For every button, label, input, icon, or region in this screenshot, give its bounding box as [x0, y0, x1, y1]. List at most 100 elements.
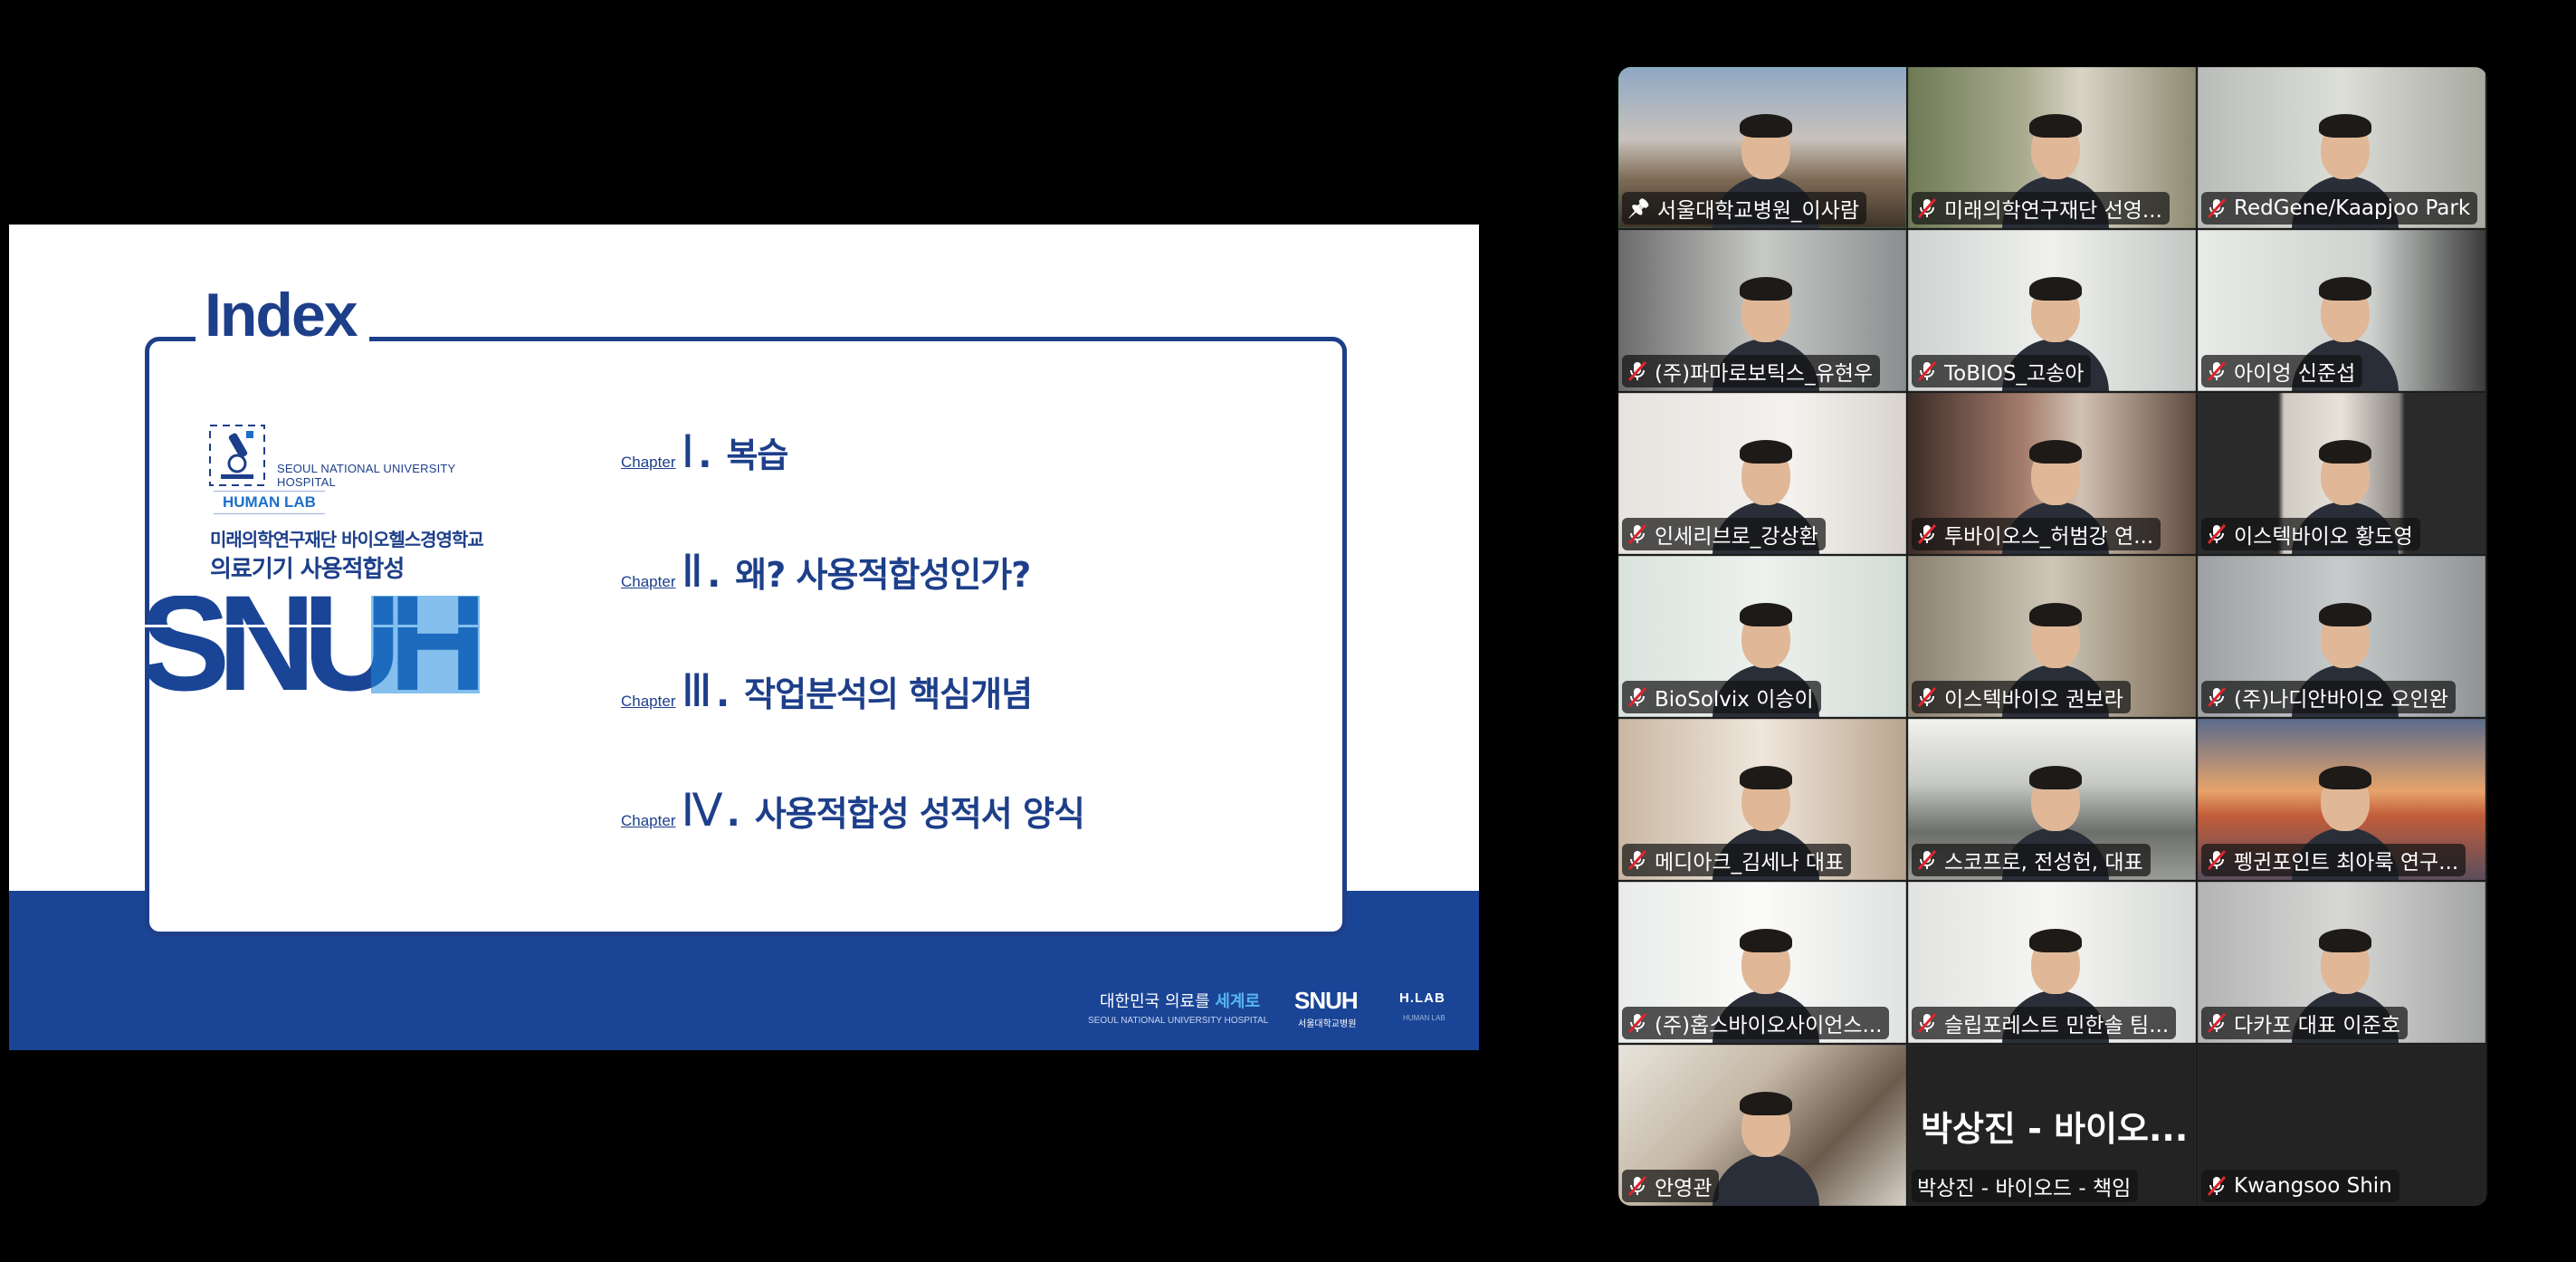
chapter-number: Ⅰ — [681, 426, 695, 477]
chapter-title: 왜? 사용적합성인가? — [735, 555, 1031, 595]
participant-name-tag: 이스텍바이오 권보라 — [1912, 681, 2131, 713]
person-hair — [2029, 929, 2082, 952]
participant-name-tag: BioSolvix 이승이 — [1622, 681, 1821, 713]
chapter-word: Chapter — [621, 812, 676, 829]
participant-tile[interactable]: 미래의학연구재단 선영... — [1908, 67, 2196, 228]
mic-muted-icon — [1627, 849, 1647, 871]
chapter-word: Chapter — [621, 454, 676, 471]
participant-tile[interactable]: 안영관 — [1618, 1045, 1906, 1206]
participant-tile[interactable]: 펭귄포인트 최아룩 연구... — [2198, 719, 2485, 880]
mic-muted-icon — [1917, 849, 1937, 871]
footer-slogan: 대한민국 의료를 세계로 — [1100, 992, 1261, 1011]
participant-tile[interactable]: BioSolvix 이승이 — [1618, 556, 1906, 717]
mic-muted-icon — [1917, 523, 1937, 545]
participant-tile[interactable]: (주)홉스바이오사이언스... — [1618, 882, 1906, 1043]
participant-name-tag: 📌 서울대학교병원_이사람 — [1622, 192, 1867, 225]
chapter-title: 복습 — [726, 435, 788, 475]
person-hair — [2319, 440, 2371, 464]
person-hair — [1740, 766, 1792, 789]
participant-tile[interactable]: RedGene/Kaapjoo Park — [2198, 67, 2485, 228]
participant-name-tag: RedGene/Kaapjoo Park — [2201, 192, 2478, 225]
participant-tile[interactable]: 아이엉 신준섭 — [2198, 230, 2485, 391]
chapter-number: Ⅱ — [681, 546, 704, 597]
mic-muted-icon — [2207, 1012, 2227, 1034]
slide-title: Index — [196, 284, 369, 346]
participant-name: 투바이오스_허범강 연... — [1944, 525, 2154, 549]
participant-tile[interactable]: 박상진 - 바이오... 박상진 - 바이오드 - 책임 — [1908, 1045, 2196, 1206]
participant-name-tag: 투바이오스_허범강 연... — [1912, 518, 2161, 550]
participant-name-tag: 박상진 - 바이오드 - 책임 — [1912, 1170, 2139, 1202]
participant-name-tag: 안영관 — [1622, 1170, 1720, 1202]
chapter-title: 작업분석의 핵심개념 — [744, 674, 1033, 714]
participant-tile[interactable]: (주)파마로보틱스_유현우 — [1618, 230, 1906, 391]
chapter-title: 사용적합성 성적서 양식 — [754, 794, 1085, 834]
participant-name: 서울대학교병원_이사람 — [1656, 199, 1860, 223]
participant-name-tag: 메디아크_김세나 대표 — [1622, 844, 1852, 876]
participant-name: 이스텍바이오 황도영 — [2234, 525, 2413, 549]
footer-snuh-logo: SNUH — [1294, 987, 1359, 1014]
participant-tile[interactable]: 인세리브로_강상환 — [1618, 393, 1906, 554]
person-hair — [2029, 114, 2082, 138]
mic-muted-icon — [2207, 686, 2227, 708]
mic-muted-icon — [1627, 1175, 1647, 1197]
mic-muted-icon — [1917, 1012, 1937, 1034]
person-hair — [1740, 1092, 1792, 1115]
participant-tile[interactable]: 📌 서울대학교병원_이사람 — [1618, 67, 1906, 228]
participant-tile[interactable]: 메디아크_김세나 대표 — [1618, 719, 1906, 880]
person-hair — [1740, 277, 1792, 301]
participant-tile[interactable]: (주)나디안바이오 오인완 — [2198, 556, 2485, 717]
person-hair — [2029, 766, 2082, 789]
participant-name: 펭귄포인트 최아룩 연구... — [2234, 851, 2459, 875]
participant-name-tag: (주)홉스바이오사이언스... — [1622, 1007, 1890, 1039]
mic-muted-icon — [1627, 686, 1647, 708]
mic-muted-icon — [2207, 523, 2227, 545]
participant-name-tag: 아이엉 신준섭 — [2201, 355, 2363, 387]
participant-tile[interactable]: C Kwangsoo Shin — [2198, 1045, 2485, 1206]
mic-muted-icon — [1917, 197, 1937, 219]
person-hair — [2319, 766, 2371, 789]
participant-tile[interactable]: 다카포 대표 이준호 — [2198, 882, 2485, 1043]
person-hair — [2319, 277, 2371, 301]
participant-name-tag: 다카포 대표 이준호 — [2201, 1007, 2408, 1039]
participant-tile[interactable]: ToBIOS_고송아 — [1908, 230, 2196, 391]
mic-muted-icon — [2207, 197, 2227, 219]
chapter-number: Ⅳ — [681, 785, 723, 836]
mic-muted-icon — [2207, 360, 2227, 382]
person-hair — [1740, 603, 1792, 626]
mic-muted-icon — [2207, 1175, 2227, 1197]
person-hair — [2319, 114, 2371, 138]
course-org: 미래의학연구재단 바이오헬스경영학교 — [210, 529, 484, 550]
mic-muted-icon — [2207, 849, 2227, 871]
footer-snuh-kr: 서울대학교병원 — [1298, 1019, 1357, 1029]
participant-name-tag: ToBIOS_고송아 — [1912, 355, 2092, 387]
snuh-logo: SNUH — [145, 596, 480, 693]
footer-slogan-sub: SEOUL NATIONAL UNIVERSITY HOSPITAL — [1088, 1016, 1269, 1026]
course-logo-block: SEOUL NATIONAL UNIVERSITY HOSPITAL HUMAN… — [145, 424, 507, 695]
pin-icon: 📌 — [1627, 197, 1650, 219]
course-name: 의료기기 사용적합성 — [210, 556, 405, 583]
participant-name: 인세리브로_강상환 — [1655, 525, 1818, 549]
participant-name: 미래의학연구재단 선영... — [1944, 199, 2162, 223]
person-hair — [2029, 440, 2082, 464]
participant-tile[interactable]: 이스텍바이오 황도영 — [2198, 393, 2485, 554]
participant-name-tag: Kwangsoo Shin — [2201, 1170, 2399, 1202]
chapter-item-2: Chapter Ⅱ . 왜? 사용적합성인가? — [621, 546, 1031, 597]
participant-name-tag: 펭귄포인트 최아룩 연구... — [2201, 844, 2466, 876]
participant-tile[interactable]: 스코프로, 전성헌, 대표 — [1908, 719, 2196, 880]
participant-name: 아이엉 신준섭 — [2234, 362, 2356, 386]
chapter-item-3: Chapter Ⅲ . 작업분석의 핵심개념 — [621, 665, 1033, 716]
hospital-name-en: SEOUL NATIONAL UNIVERSITY HOSPITAL — [277, 462, 456, 489]
person-hair — [1740, 929, 1792, 952]
footer-hlab-logo: H.LAB — [1399, 990, 1445, 1006]
participant-name-tag: 미래의학연구재단 선영... — [1912, 192, 2170, 225]
participant-name: (주)나디안바이오 오인완 — [2234, 688, 2448, 712]
participant-name-tag: (주)파마로보틱스_유현우 — [1622, 355, 1881, 387]
mic-muted-icon — [1627, 1012, 1647, 1034]
chapter-item-4: Chapter Ⅳ . 사용적합성 성적서 양식 — [621, 785, 1085, 836]
person-hair — [2319, 603, 2371, 626]
participant-tile[interactable]: 투바이오스_허범강 연... — [1908, 393, 2196, 554]
participant-tile[interactable]: 이스텍바이오 권보라 — [1908, 556, 2196, 717]
participant-name: 스코프로, 전성헌, 대표 — [1944, 851, 2143, 875]
participant-tile[interactable]: 슬립포레스트 민한솔 팀... — [1908, 882, 2196, 1043]
footer-hlab-sub: HUMAN LAB — [1403, 1014, 1445, 1022]
